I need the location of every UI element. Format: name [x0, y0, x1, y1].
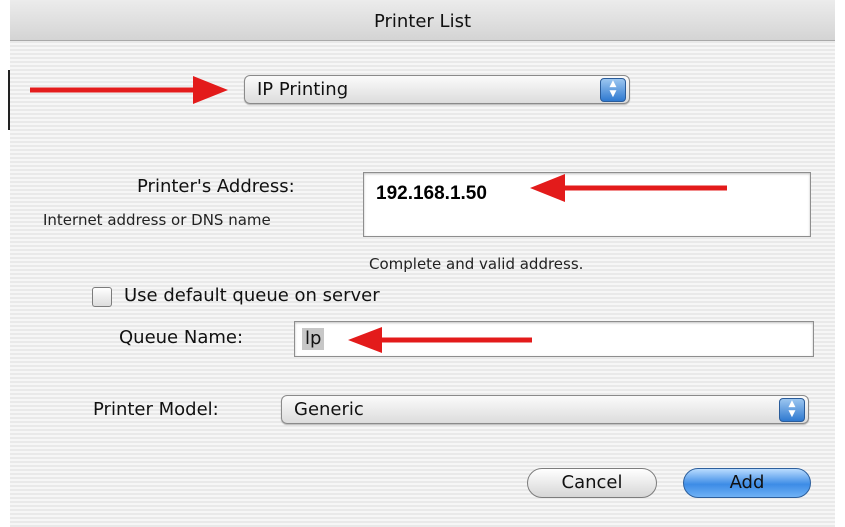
window-title: Printer List	[10, 0, 835, 41]
cancel-button[interactable]: Cancel	[527, 468, 657, 498]
printer-model-popup[interactable]: Generic ▲ ▼	[281, 395, 809, 424]
printers-address-value: 192.168.1.50	[376, 183, 487, 204]
printer-model-label: Printer Model:	[93, 399, 219, 420]
address-status-text: Complete and valid address.	[369, 255, 584, 273]
printer-list-window: Printer List IP Printing ▲ ▼ Printer's Ad…	[0, 0, 845, 527]
address-hint-label: Internet address or DNS name	[43, 211, 271, 229]
up-down-arrows-icon: ▲ ▼	[779, 398, 805, 422]
queue-name-label: Queue Name:	[119, 327, 244, 348]
printer-model-value: Generic	[294, 399, 364, 420]
left-edge-mark	[8, 70, 10, 130]
default-queue-checkbox[interactable]	[92, 287, 112, 307]
printers-address-label: Printer's Address:	[137, 176, 295, 197]
up-down-arrows-icon: ▲ ▼	[600, 78, 626, 102]
queue-name-value: lp	[302, 328, 325, 350]
queue-name-field[interactable]: lp	[294, 321, 814, 357]
connection-type-value: IP Printing	[257, 79, 349, 100]
default-queue-label[interactable]: Use default queue on server	[124, 285, 380, 306]
add-button[interactable]: Add	[683, 468, 811, 498]
dialog-pane	[10, 41, 835, 527]
connection-type-popup[interactable]: IP Printing ▲ ▼	[244, 75, 630, 104]
printers-address-field[interactable]: 192.168.1.50	[363, 172, 811, 237]
